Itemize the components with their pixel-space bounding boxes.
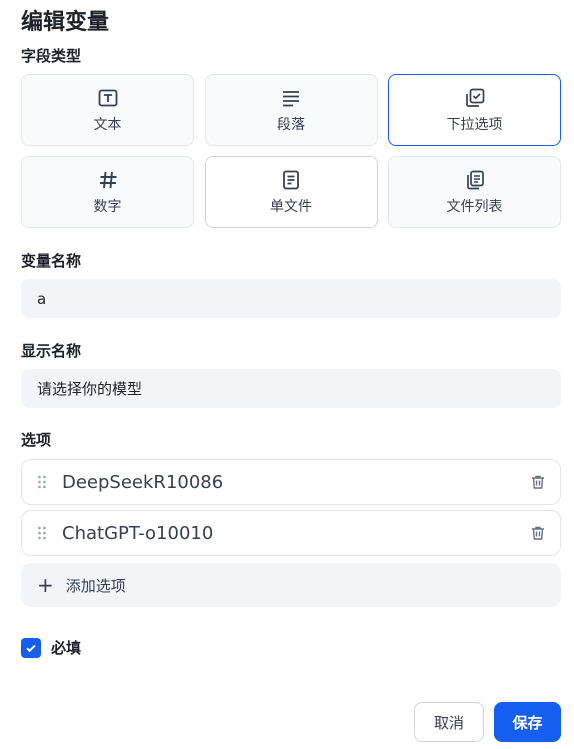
field-type-single-file[interactable]: 单文件 bbox=[204, 156, 378, 228]
required-label: 必填 bbox=[51, 639, 82, 657]
save-button[interactable]: 保存 bbox=[494, 702, 561, 742]
dialog-title: 编辑变量 bbox=[21, 10, 110, 35]
field-type-text[interactable]: 文本 bbox=[21, 74, 194, 146]
display-name-label: 显示名称 bbox=[21, 342, 82, 360]
field-type-single-file-label: 单文件 bbox=[270, 198, 312, 215]
required-field: 必填 bbox=[21, 637, 81, 658]
trash-icon[interactable] bbox=[516, 525, 560, 541]
field-type-paragraph[interactable]: 段落 bbox=[204, 74, 378, 146]
option-text[interactable]: ChatGPT-o10010 bbox=[62, 523, 516, 544]
text-box-icon bbox=[97, 87, 119, 109]
field-type-file-list[interactable]: 文件列表 bbox=[388, 156, 561, 228]
field-type-paragraph-label: 段落 bbox=[277, 116, 305, 133]
drag-handle-icon[interactable] bbox=[22, 526, 62, 540]
drag-handle-icon[interactable] bbox=[22, 475, 62, 489]
hash-icon bbox=[97, 169, 119, 191]
paragraph-lines-icon bbox=[280, 87, 302, 109]
field-type-grid: 文本 段落 下拉选项 数字 单文件 文件列表 bbox=[21, 74, 561, 228]
field-type-file-list-label: 文件列表 bbox=[446, 198, 503, 215]
option-item[interactable]: DeepSeekR10086 bbox=[21, 459, 561, 505]
check-icon bbox=[26, 644, 36, 652]
required-checkbox[interactable] bbox=[21, 637, 41, 658]
field-type-dropdown-label: 下拉选项 bbox=[446, 116, 503, 133]
variable-name-label: 变量名称 bbox=[21, 252, 82, 270]
field-type-label: 字段类型 bbox=[21, 47, 82, 65]
dropdown-check-icon bbox=[464, 87, 486, 109]
add-option-button[interactable]: + 添加选项 bbox=[21, 563, 561, 607]
option-item[interactable]: ChatGPT-o10010 bbox=[21, 510, 561, 556]
plus-icon: + bbox=[37, 573, 54, 597]
field-type-number[interactable]: 数字 bbox=[21, 156, 194, 228]
trash-icon[interactable] bbox=[516, 474, 560, 490]
cancel-button[interactable]: 取消 bbox=[414, 702, 484, 742]
display-name-value: 请选择你的模型 bbox=[37, 380, 143, 398]
option-text[interactable]: DeepSeekR10086 bbox=[62, 472, 516, 493]
display-name-input[interactable]: 请选择你的模型 bbox=[21, 369, 561, 408]
file-list-icon bbox=[464, 169, 486, 191]
field-type-dropdown[interactable]: 下拉选项 bbox=[388, 74, 561, 146]
field-type-text-label: 文本 bbox=[93, 116, 122, 133]
add-option-label: 添加选项 bbox=[65, 576, 126, 595]
options-label: 选项 bbox=[21, 431, 52, 449]
variable-name-value: a bbox=[37, 289, 47, 308]
field-type-number-label: 数字 bbox=[93, 198, 122, 215]
file-icon bbox=[280, 169, 302, 191]
variable-name-input[interactable]: a bbox=[21, 279, 561, 318]
